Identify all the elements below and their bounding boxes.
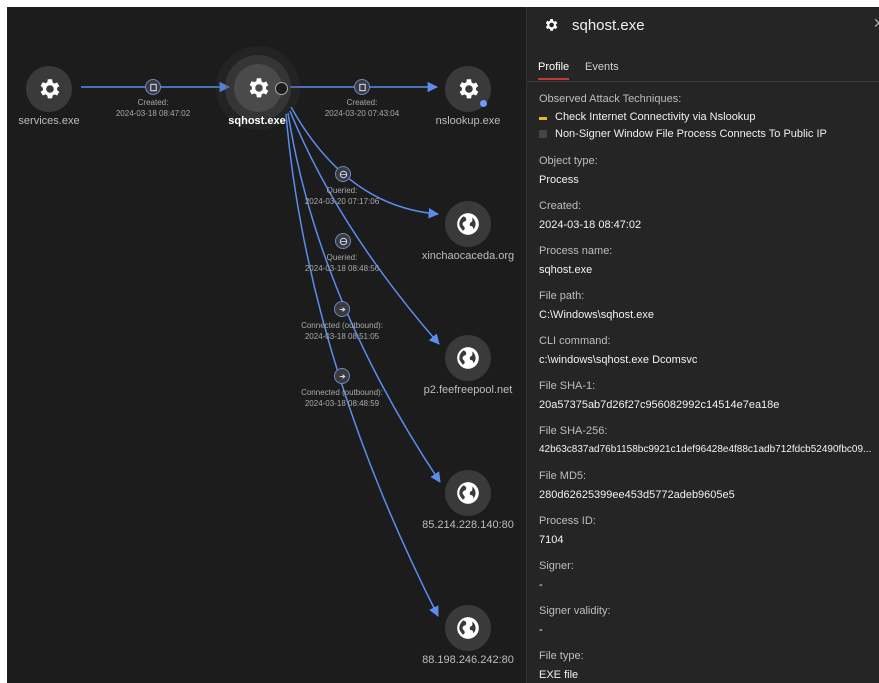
node-p2[interactable]: [445, 335, 491, 381]
edge-label-create-2: Created: 2024-03-20 07:43:04: [324, 98, 400, 118]
globe-icon: [457, 213, 479, 235]
process-create-icon: [358, 83, 366, 91]
gear-icon: [40, 79, 60, 99]
field-sha256: File SHA-256: 42b63c837ad76b1158bc9921c1…: [539, 425, 879, 455]
field-label: File SHA-256:: [539, 425, 608, 437]
field-techniques: Observed Attack Techniques: Check Intern…: [539, 93, 879, 140]
edge-badge-query-2[interactable]: [335, 233, 351, 249]
edge-label-query-2: Queried: 2024-03-18 08:48:56: [304, 253, 380, 273]
field-label: File MD5:: [539, 470, 587, 482]
field-value: EXE file: [539, 669, 579, 681]
field-label: Object type:: [539, 155, 598, 167]
technique-item[interactable]: Check Internet Connectivity via Nslookup: [539, 111, 879, 123]
field-value: 2024-03-18 08:47:02: [539, 219, 642, 231]
field-value: 20a57375ab7d26f27c956082992c14514e7ea18e: [539, 399, 780, 411]
node-label-ip2: 88.198.246.242:80: [422, 654, 514, 666]
connection-icon: [339, 373, 346, 379]
technique-text: Non-Signer Window File Process Connects …: [555, 128, 827, 140]
field-sha1: File SHA-1: 20a57375ab7d26f27c956082992c…: [539, 380, 879, 411]
field-file-path: File path: C:\Windows\sqhost.exe: [539, 290, 879, 321]
gear-icon: [249, 78, 269, 98]
node-label-ip1: 85.214.228.140:80: [422, 519, 514, 531]
node-label-xinchao: xinchaocaceda.org: [421, 250, 515, 262]
node-label-p2: p2.feefreepool.net: [423, 384, 513, 396]
field-value: -: [539, 579, 543, 591]
field-label: CLI command:: [539, 335, 611, 347]
field-value: 42b63c837ad76b1158bc9921c1def96428e4f88c…: [539, 444, 872, 455]
gear-icon: [459, 79, 479, 99]
globe-icon: [457, 617, 479, 639]
edge-label-query-1: Queried: 2024-03-20 07:17:06: [304, 186, 380, 206]
field-label: Signer:: [539, 560, 574, 572]
node-label-services: services.exe: [18, 115, 80, 127]
panel-tabs: Profile Events: [527, 61, 879, 82]
edge-label-connect-2: Connected (outbound): 2024-03-18 08:48:59: [301, 388, 383, 408]
edge-badge-create-2[interactable]: [354, 79, 370, 95]
process-graph[interactable]: services.exe sqhost.exe nslookup.exe xin…: [7, 7, 526, 683]
edge-badge-connect-2[interactable]: [334, 368, 350, 384]
field-signer-validity: Signer validity: -: [539, 605, 879, 636]
field-object-type: Object type: Process: [539, 155, 879, 186]
node-ip1[interactable]: [445, 470, 491, 516]
process-create-icon: [149, 83, 157, 91]
dns-query-icon: [339, 237, 347, 245]
edge-label-create-1: Created: 2024-03-18 08:47:02: [115, 98, 191, 118]
status-dot: [480, 100, 487, 107]
edge-sqhost-ip1[interactable]: [287, 112, 441, 483]
severity-marker: [539, 117, 547, 120]
field-label: File type:: [539, 650, 584, 662]
field-value: C:\Windows\sqhost.exe: [539, 309, 654, 321]
panel-header: sqhost.exe ✕: [527, 7, 879, 47]
panel-title: sqhost.exe: [572, 17, 645, 34]
tab-events[interactable]: Events: [585, 61, 619, 78]
field-label: Observed Attack Techniques:: [539, 93, 682, 105]
node-xinchao[interactable]: [445, 201, 491, 247]
technique-text: Check Internet Connectivity via Nslookup: [555, 111, 756, 123]
field-file-type: File type: EXE file: [539, 650, 879, 681]
gear-icon: [545, 19, 558, 31]
field-process-id: Process ID: 7104: [539, 515, 879, 546]
node-label-sqhost: sqhost.exe: [228, 115, 286, 127]
tab-profile[interactable]: Profile: [538, 61, 570, 80]
edge-label-connect-1: Connected (outbound): 2024-03-18 08:51:05: [301, 321, 383, 341]
edge-badge-create-1[interactable]: [145, 79, 161, 95]
dns-query-icon: [339, 170, 347, 178]
edge-badge-connect-1[interactable]: [334, 301, 350, 317]
severity-marker: [539, 130, 547, 138]
field-md5: File MD5: 280d62625399ee453d5772adeb9605…: [539, 470, 879, 501]
field-process-name: Process name: sqhost.exe: [539, 245, 879, 276]
field-value: 280d62625399ee453d5772adeb9605e5: [539, 489, 735, 501]
globe-icon: [457, 482, 479, 504]
field-value: c:\windows\sqhost.exe Dcomsvc: [539, 354, 698, 366]
edge-sqhost-p2[interactable]: [289, 110, 440, 345]
app-frame: services.exe sqhost.exe nslookup.exe xin…: [7, 7, 879, 683]
field-label: Process name:: [539, 245, 613, 257]
expand-handle[interactable]: [275, 82, 288, 95]
field-label: File SHA-1:: [539, 380, 596, 392]
field-label: Created:: [539, 200, 582, 212]
field-label: Signer validity:: [539, 605, 611, 617]
field-value: -: [539, 624, 543, 636]
node-services[interactable]: [26, 66, 72, 112]
field-label: Process ID:: [539, 515, 596, 527]
technique-item[interactable]: Non-Signer Window File Process Connects …: [539, 128, 879, 140]
field-value: sqhost.exe: [539, 264, 593, 276]
details-panel: sqhost.exe ✕ Profile Events Observed Att…: [526, 7, 879, 683]
field-value: Process: [539, 174, 579, 186]
field-label: File path:: [539, 290, 585, 302]
node-label-nslookup: nslookup.exe: [435, 115, 501, 127]
close-icon[interactable]: ✕: [873, 15, 879, 32]
field-created: Created: 2024-03-18 08:47:02: [539, 200, 879, 231]
edge-badge-query-1[interactable]: [335, 166, 351, 182]
connection-icon: [339, 306, 346, 312]
field-value: 7104: [539, 534, 564, 546]
node-ip2[interactable]: [445, 605, 491, 651]
globe-icon: [457, 347, 479, 369]
field-signer: Signer: -: [539, 560, 879, 591]
field-cli-command: CLI command: c:\windows\sqhost.exe Dcoms…: [539, 335, 879, 366]
